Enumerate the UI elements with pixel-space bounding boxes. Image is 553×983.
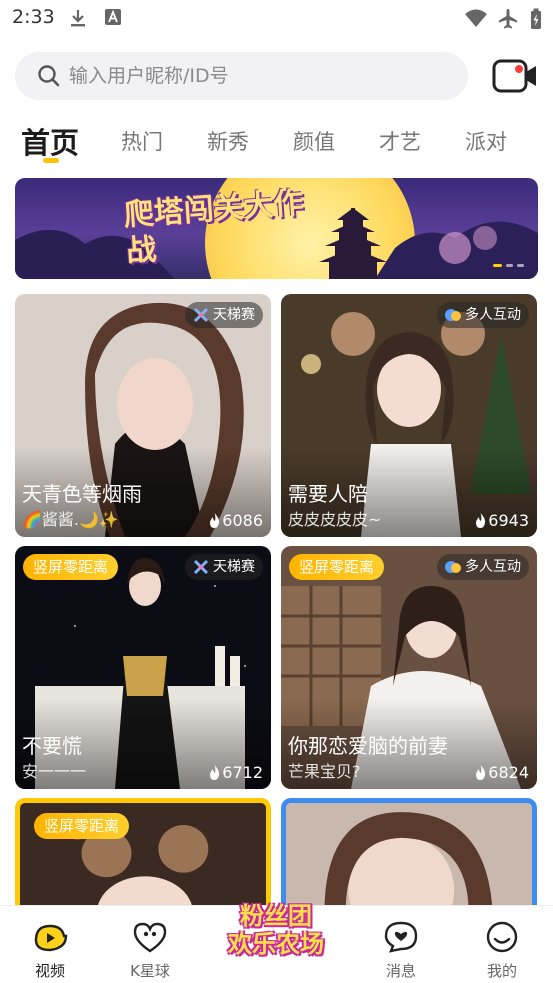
heat-count: 6086 — [209, 511, 263, 530]
fan-club-farm-promo[interactable]: 粉丝团 欢乐农场 — [216, 898, 336, 972]
active-tab-indicator — [43, 158, 59, 163]
multi-interact-badge: 多人互动 — [437, 302, 529, 328]
nav-profile[interactable]: 我的 — [462, 906, 542, 983]
stream-card[interactable]: 天梯赛 天青色等烟雨 🌈酱酱.🌙✨ 6086 — [15, 294, 271, 537]
download-icon — [71, 10, 85, 27]
stream-card[interactable]: 多人互动 需要人陪 皮皮皮皮皮~ 6943 — [281, 294, 537, 537]
ladder-badge: 天梯赛 — [185, 554, 263, 580]
heat-value: 6824 — [488, 763, 529, 782]
badge-label: 天梯赛 — [213, 559, 255, 575]
tab-talent[interactable]: 才艺 — [379, 126, 421, 156]
vertical-screen-badge: 竖屏零距离 — [289, 554, 385, 580]
profile-icon — [486, 921, 518, 953]
heat-count: 6712 — [209, 763, 263, 782]
fire-icon — [476, 513, 486, 528]
tab-hot[interactable]: 热门 — [121, 126, 163, 156]
banner-pagination — [489, 252, 524, 271]
wifi-icon — [465, 9, 487, 27]
swords-icon — [193, 559, 209, 575]
nav-label: 视频 — [34, 962, 65, 980]
heat-value: 6086 — [222, 511, 263, 530]
pagination-dot — [493, 264, 502, 267]
fire-icon — [210, 513, 220, 528]
promo-banner[interactable]: 爬塔闯关大作战 — [15, 178, 538, 279]
chat-bubbles-icon — [445, 309, 461, 321]
pagination-dot — [506, 264, 513, 267]
nav-k-planet[interactable]: K星球 — [110, 906, 190, 983]
heat-count: 6824 — [475, 763, 529, 782]
nav-label: 我的 — [486, 962, 517, 980]
heat-value: 6712 — [222, 763, 263, 782]
message-icon — [384, 921, 418, 953]
heat-count: 6943 — [475, 511, 529, 530]
nav-video[interactable]: 视频 — [10, 906, 90, 983]
stream-thumbnail — [286, 803, 532, 913]
category-tabs: 首页 热门 新秀 颜值 才艺 派对 — [0, 118, 553, 170]
stream-title: 你那恋爱脑的前妻 — [288, 734, 448, 758]
promo-line-2: 欢乐农场 — [228, 930, 324, 958]
vertical-screen-badge: 竖屏零距离 — [23, 554, 119, 580]
fire-icon — [476, 765, 486, 780]
badge-label: 多人互动 — [465, 559, 521, 575]
streamer-name: 🌈酱酱.🌙✨ — [22, 510, 119, 529]
nav-messages[interactable]: 消息 — [361, 906, 441, 983]
tab-home[interactable]: 首页 — [21, 120, 79, 162]
banner-title: 爬塔闯关大作战 — [122, 185, 305, 270]
stream-card[interactable]: 竖屏零距离 多人互动 你那恋爱脑的前妻 芒果宝贝? 6824 — [281, 546, 537, 789]
heart-planet-icon — [133, 922, 167, 953]
vertical-screen-badge: 竖屏零距离 — [34, 813, 130, 839]
ladder-badge: 天梯赛 — [185, 302, 263, 328]
badge-label: 天梯赛 — [213, 307, 255, 323]
nav-label: K星球 — [130, 962, 170, 980]
streamer-name: 安一一一 — [22, 762, 87, 781]
nav-label: 消息 — [385, 962, 416, 980]
search-bar[interactable] — [15, 52, 468, 100]
stream-title: 需要人陪 — [288, 482, 368, 506]
promo-line-1: 粉丝团 — [240, 902, 312, 930]
tab-newcomer[interactable]: 新秀 — [207, 126, 249, 156]
airplane-mode-icon — [499, 9, 517, 29]
multi-interact-badge: 多人互动 — [437, 554, 529, 580]
font-icon — [105, 9, 121, 25]
heat-value: 6943 — [488, 511, 529, 530]
chat-bubbles-icon — [445, 561, 461, 573]
video-icon — [34, 924, 68, 952]
live-camera-icon[interactable] — [492, 58, 538, 94]
pagination-dot — [517, 264, 524, 267]
battery-icon — [531, 8, 541, 29]
status-bar: 2:33 — [0, 0, 553, 38]
search-icon — [38, 65, 60, 87]
tab-party[interactable]: 派对 — [465, 126, 507, 156]
streamer-name: 皮皮皮皮皮~ — [288, 510, 382, 529]
stream-title: 天青色等烟雨 — [22, 482, 142, 506]
tab-looks[interactable]: 颜值 — [293, 126, 335, 156]
badge-label: 多人互动 — [465, 307, 521, 323]
stream-title: 不要慌 — [22, 734, 82, 758]
stream-card[interactable]: 竖屏零距离 天梯赛 不要慌 安一一一 6712 — [15, 546, 271, 789]
fire-icon — [210, 765, 220, 780]
swords-icon — [193, 307, 209, 323]
status-time: 2:33 — [12, 6, 55, 28]
search-input[interactable] — [69, 52, 449, 100]
streamer-name: 芒果宝贝? — [288, 762, 361, 781]
